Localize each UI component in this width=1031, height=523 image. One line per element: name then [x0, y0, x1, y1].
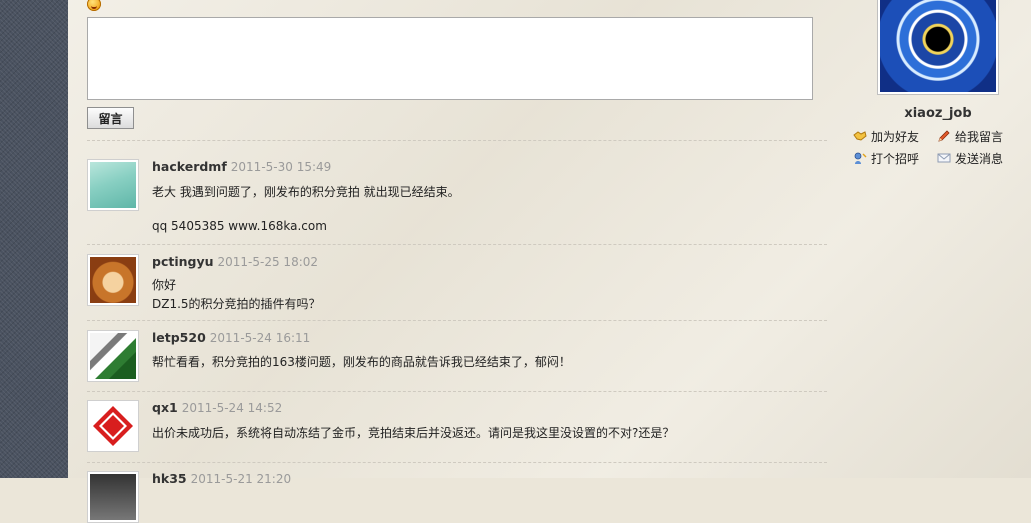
message-text: qq 5405385 www.168ka.com [152, 219, 327, 233]
greet-link[interactable]: 打个招呼 [853, 150, 919, 167]
author-name[interactable]: hackerdmf [152, 159, 227, 174]
message-text: 你好 [152, 278, 177, 292]
timestamp: 2011-5-25 18:02 [217, 255, 319, 269]
add-friend-label: 加为好友 [871, 130, 920, 144]
author-name[interactable]: letp520 [152, 330, 206, 345]
send-message-label: 发送消息 [955, 152, 1004, 166]
message-item: pctingyu 2011-5-25 18:02 你好 DZ1.5的积分竞拍的插件… [87, 254, 827, 320]
add-friend-link[interactable]: 加为好友 [853, 128, 919, 145]
message-item: hk35 2011-5-21 21:20 [87, 471, 827, 523]
avatar[interactable] [87, 400, 139, 452]
avatar[interactable] [87, 330, 139, 382]
send-message-link[interactable]: 发送消息 [937, 150, 1003, 167]
divider [87, 140, 827, 141]
message-text: 老大 我遇到问题了，刚发布的积分竞拍 就出现已经结束。 [152, 185, 460, 199]
divider [87, 244, 827, 245]
timestamp: 2011-5-24 14:52 [181, 401, 283, 415]
author-name[interactable]: qx1 [152, 400, 178, 415]
message-text: DZ1.5的积分竞拍的插件有吗？ [152, 297, 321, 311]
profile-username[interactable]: xiaoz_job [878, 106, 998, 121]
message-item: letp520 2011-5-24 16:11 帮忙看看，积分竞拍的163楼问题，… [87, 330, 827, 390]
denim-border [0, 0, 68, 478]
timestamp: 2011-5-30 15:49 [230, 160, 332, 174]
message-item: hackerdmf 2011-5-30 15:49 老大 我遇到问题了，刚发布的积… [87, 159, 827, 244]
message-textarea[interactable] [87, 17, 813, 100]
divider [87, 462, 827, 463]
timestamp: 2011-5-21 21:20 [190, 472, 292, 486]
envelope-icon [937, 153, 951, 163]
divider [87, 320, 827, 321]
xin-seal-icon [90, 403, 136, 449]
avatar[interactable] [87, 471, 139, 523]
leave-message-label: 给我留言 [955, 130, 1004, 144]
wave-icon [854, 152, 867, 164]
handshake-icon [853, 131, 867, 141]
avatar[interactable] [87, 254, 139, 306]
message-text: 出价未成功后，系统将自动冻结了金币，竞拍结束后并没返还。请问是我这里没设置的不对… [152, 426, 675, 440]
leave-message-link[interactable]: 给我留言 [937, 128, 1003, 145]
message-text: 帮忙看看，积分竞拍的163楼问题，刚发布的商品就告诉我已经结束了，郁闷！ [152, 355, 571, 369]
author-name[interactable]: hk35 [152, 471, 187, 486]
author-name[interactable]: pctingyu [152, 254, 214, 269]
message-item: qx1 2011-5-24 14:52 出价未成功后，系统将自动冻结了金币，竞拍结… [87, 400, 827, 460]
pencil-icon [938, 130, 950, 142]
profile-avatar[interactable] [878, 0, 998, 94]
divider [87, 391, 827, 392]
avatar[interactable] [87, 159, 139, 211]
greet-label: 打个招呼 [871, 152, 920, 166]
timestamp: 2011-5-24 16:11 [209, 331, 311, 345]
submit-message-button[interactable]: 留言 [87, 107, 134, 129]
